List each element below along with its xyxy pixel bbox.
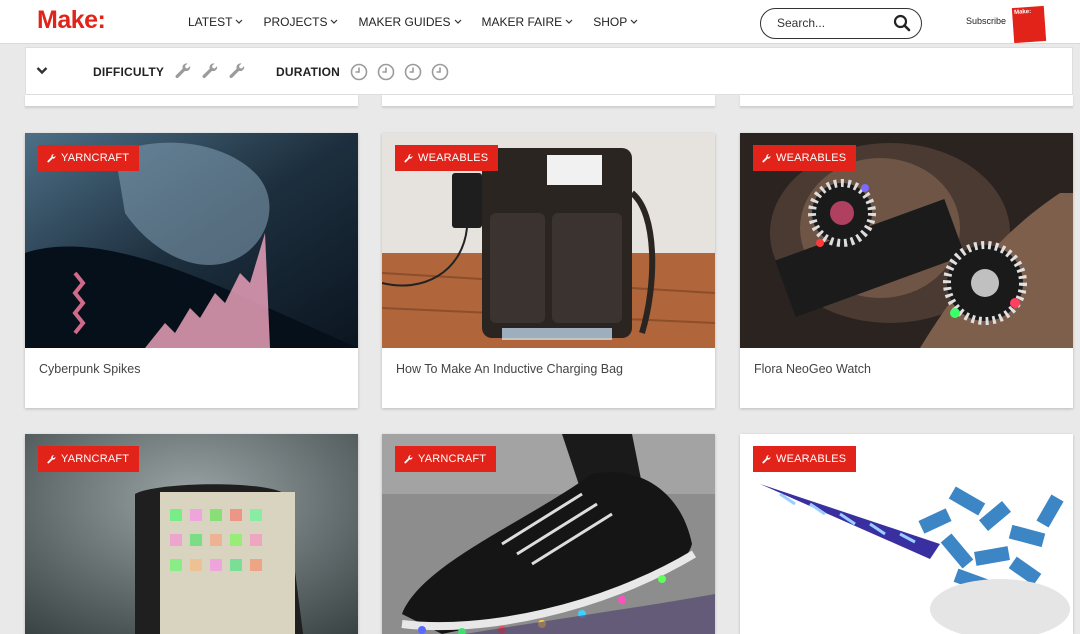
search-icon[interactable] [893,14,911,32]
category-label: WEARABLES [418,152,489,164]
project-card[interactable]: YARNCRAFT [25,434,358,634]
nav-latest-label: LATEST [188,14,233,29]
card-title[interactable]: Flora NeoGeo Watch [754,362,871,376]
project-card[interactable]: YARNCRAFT [382,434,715,634]
search-box [760,8,922,39]
difficulty-label: DIFFICULTY [93,65,165,79]
nav-maker-guides-label: MAKER GUIDES [358,14,451,29]
clock-icon[interactable] [404,63,422,81]
chevron-down-icon [331,19,338,24]
duration-filter[interactable] [350,63,458,81]
category-badge[interactable]: WEARABLES [753,446,857,472]
project-card[interactable]: WEARABLES [740,434,1073,634]
magazine-cover[interactable]: Make: [1011,5,1047,44]
search-input[interactable] [775,15,889,31]
nav-maker-guides[interactable]: MAKER GUIDES [358,15,461,29]
subscribe-link[interactable]: Subscribe [966,16,1006,26]
chevron-down-icon [565,19,573,24]
site-header: Make: LATEST PROJECTS MAKER GUIDES MAKER… [0,0,1080,44]
wrench-icon [404,153,413,162]
category-label: YARNCRAFT [61,152,130,164]
nav-projects-label: PROJECTS [263,14,328,29]
wrench-icon[interactable] [227,61,247,81]
nav-shop[interactable]: SHOP [593,15,638,29]
wrench-icon[interactable] [200,61,220,81]
category-label: YARNCRAFT [61,453,130,465]
project-card[interactable]: YARNCRAFT Cyberpunk Spikes [25,133,358,408]
chevron-down-icon[interactable] [36,66,48,76]
category-label: WEARABLES [776,453,847,465]
card-partial[interactable] [25,95,358,107]
wrench-icon [762,153,771,162]
wrench-icon [762,454,771,463]
wrench-icon [404,454,413,463]
card-title[interactable]: Cyberpunk Spikes [39,362,140,376]
filter-bar: DIFFICULTY DURATION [25,47,1073,95]
chevron-down-icon [630,19,638,24]
nav-maker-faire-label: MAKER FAIRE [481,14,563,29]
duration-label: DURATION [276,65,341,79]
category-badge[interactable]: YARNCRAFT [38,145,140,171]
nav-shop-label: SHOP [593,14,628,29]
card-title[interactable]: How To Make An Inductive Charging Bag [396,362,623,376]
clock-icon[interactable] [377,63,395,81]
nav-latest[interactable]: LATEST [188,15,243,29]
wrench-icon [47,153,56,162]
nav-projects[interactable]: PROJECTS [263,15,338,29]
clock-icon[interactable] [350,63,368,81]
wrench-icon [47,454,56,463]
wrench-icon[interactable] [173,61,193,81]
chevron-down-icon [236,19,243,24]
category-badge[interactable]: WEARABLES [395,145,499,171]
category-badge[interactable]: WEARABLES [753,145,857,171]
nav-maker-faire[interactable]: MAKER FAIRE [482,15,574,29]
category-label: YARNCRAFT [418,453,487,465]
main-nav: LATEST PROJECTS MAKER GUIDES MAKER FAIRE… [188,0,658,43]
category-label: WEARABLES [776,152,847,164]
magazine-cover-logo: Make: [1013,8,1032,16]
clock-icon[interactable] [431,63,449,81]
category-badge[interactable]: YARNCRAFT [395,446,497,472]
card-partial[interactable] [740,95,1073,107]
project-card[interactable]: WEARABLES Flora NeoGeo Watch [740,133,1073,408]
difficulty-filter[interactable] [173,61,254,81]
card-partial[interactable] [382,95,715,107]
category-badge[interactable]: YARNCRAFT [38,446,140,472]
chevron-down-icon [454,19,461,24]
make-logo[interactable]: Make: [37,6,106,35]
project-card[interactable]: WEARABLES How To Make An Inductive Charg… [382,133,715,408]
